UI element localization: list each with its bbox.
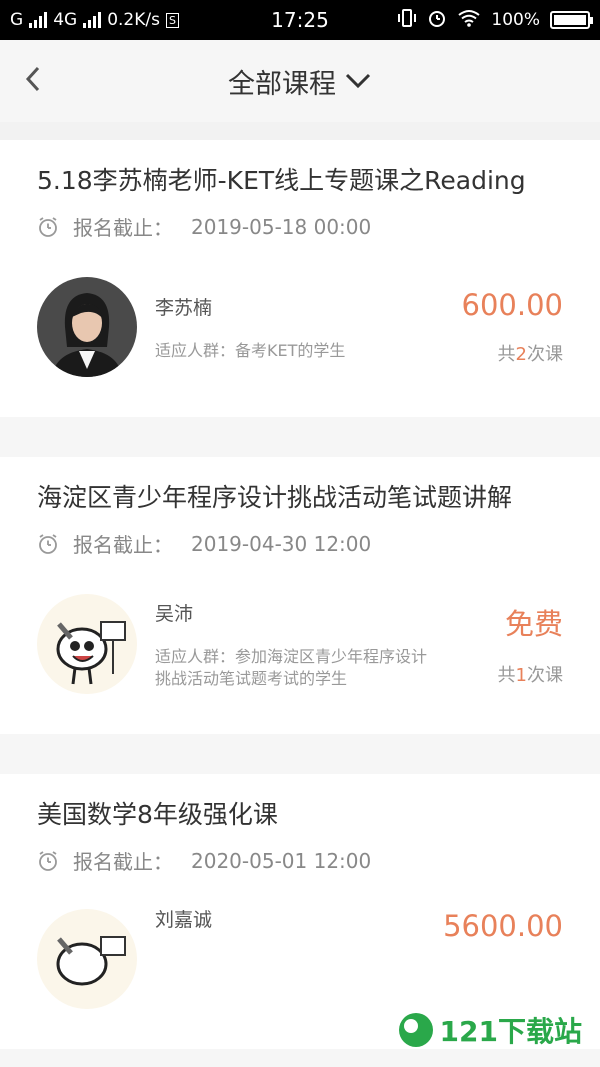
watermark: 121下载站 — [396, 1010, 582, 1050]
alarm-clock-icon — [39, 850, 57, 871]
vibrate-icon — [397, 8, 417, 32]
teacher-row: 吴沛 适应人群：参加海淀区青少年程序设计挑战活动笔试题考试的学生 免费 共1次课 — [37, 594, 563, 734]
course-title: 5.18李苏楠老师-KET线上专题课之Reading — [37, 166, 526, 195]
deadline-value: 2019-04-30 12:00 — [191, 531, 372, 556]
nav-header: 全部课程 — [0, 40, 600, 122]
course-card[interactable]: 5.18李苏楠老师-KET线上专题课之Reading 报名截止： 2019-05… — [0, 140, 600, 417]
alarm-clock-icon — [39, 216, 57, 237]
chevron-down-icon — [345, 73, 371, 89]
teacher-avatar — [37, 909, 137, 1009]
wifi-icon — [457, 9, 481, 32]
page-title: 全部课程 — [228, 68, 336, 100]
card-gap — [0, 417, 600, 457]
alarm-clock-icon — [39, 533, 57, 554]
deadline-row: 报名截止： 2019-05-18 00:00 — [37, 212, 563, 241]
deadline-label: 报名截止： — [73, 533, 173, 557]
lesson-count: 共1次课 — [497, 665, 563, 686]
course-filter-dropdown[interactable]: 全部课程 — [228, 62, 372, 101]
deadline-row: 报名截止： 2020-05-01 12:00 — [37, 846, 563, 875]
teacher-name: 刘嘉诚 — [155, 909, 213, 931]
watermark-logo-icon — [398, 1013, 433, 1047]
target-audience: 适应人群：参加海淀区青少年程序设计挑战活动笔试题考试的学生 — [155, 646, 428, 688]
course-title: 美国数学8年级强化课 — [37, 800, 278, 829]
course-card[interactable]: 海淀区青少年程序设计挑战活动笔试题讲解 报名截止： 2019-04-30 12:… — [0, 457, 600, 734]
teacher-row: 李苏楠 适应人群：备考KET的学生 600.00 共2次课 — [37, 277, 563, 417]
signal-icon-2 — [83, 12, 102, 28]
course-price: 600.00 — [461, 288, 563, 322]
deadline-label: 报名截止： — [73, 216, 173, 240]
teacher-name: 李苏楠 — [155, 296, 213, 319]
header-divider — [0, 122, 600, 140]
battery-percent: 100% — [491, 10, 540, 30]
network-label: 4G — [53, 10, 78, 30]
course-title: 海淀区青少年程序设计挑战活动笔试题讲解 — [37, 483, 513, 512]
signal-icon — [29, 12, 48, 28]
deadline-row: 报名截止： 2019-04-30 12:00 — [37, 529, 563, 558]
course-price: 5600.00 — [443, 909, 563, 943]
teacher-avatar — [37, 594, 137, 694]
deadline-value: 2020-05-01 12:00 — [191, 848, 372, 873]
course-price: 免费 — [504, 607, 563, 641]
alarm-icon — [427, 8, 447, 33]
s-badge: S — [165, 12, 179, 28]
status-bar: G 4G 0.2K/s S 17:25 100% — [0, 0, 600, 40]
card-gap — [0, 734, 600, 774]
deadline-value: 2019-05-18 00:00 — [191, 214, 372, 239]
battery-icon — [549, 11, 593, 29]
watermark-text: 121下载站 — [439, 1015, 582, 1048]
clock-time: 17:25 — [271, 8, 329, 32]
teacher-name: 吴沛 — [155, 602, 194, 625]
carrier-label: G — [10, 10, 24, 30]
deadline-label: 报名截止： — [73, 850, 173, 874]
chevron-left-icon — [25, 66, 40, 92]
teacher-avatar — [37, 277, 137, 377]
course-card[interactable]: 美国数学8年级强化课 报名截止： 2020-05-01 12:00 刘嘉诚 56… — [0, 774, 600, 1049]
target-audience: 适应人群：备考KET的学生 — [155, 340, 346, 360]
back-button[interactable] — [18, 64, 48, 94]
net-speed: 0.2K/s — [107, 10, 160, 30]
lesson-count: 共2次课 — [497, 344, 563, 365]
